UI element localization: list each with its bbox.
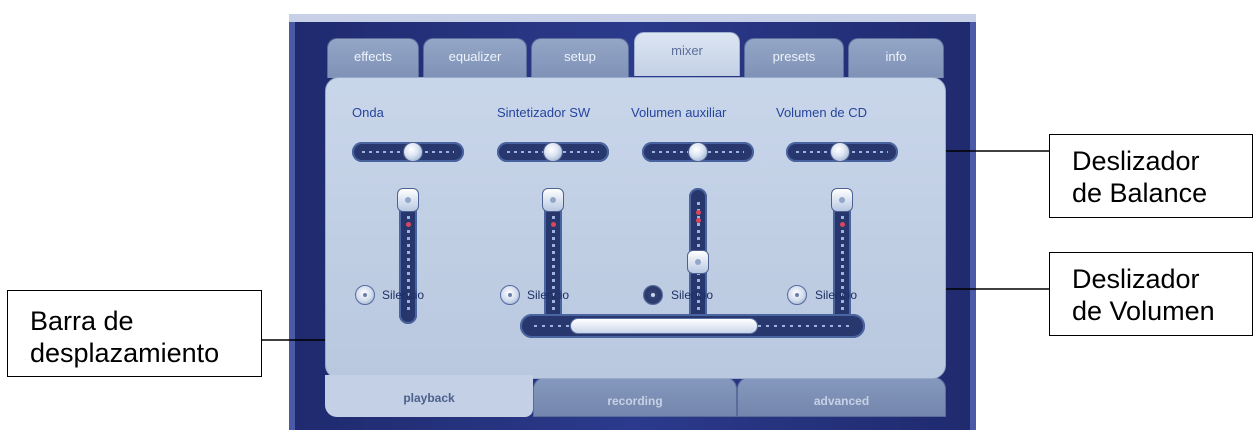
channel-label-volumen-auxiliar: Volumen auxiliar	[631, 105, 727, 120]
volume-knob[interactable]	[687, 250, 709, 274]
balance-knob[interactable]	[543, 142, 563, 162]
mute-label-volumen-auxiliar: Silencio	[671, 288, 714, 302]
mixer-window: effects equalizer setup mixer presets in…	[289, 14, 976, 430]
channel-label-sintetizador-sw: Sintetizador SW	[497, 105, 591, 120]
mute-label-volumen-de-cd: Silencio	[815, 288, 858, 302]
mute-button-volumen-auxiliar[interactable]	[643, 285, 663, 305]
scroll-bar[interactable]	[520, 314, 865, 338]
volume-peak-marker	[696, 210, 701, 215]
volume-peak-marker	[696, 218, 701, 223]
tab-playback[interactable]: playback	[325, 375, 533, 417]
balance-knob[interactable]	[830, 142, 850, 162]
balance-knob[interactable]	[403, 142, 423, 162]
volume-slider-volumen-auxiliar[interactable]	[687, 188, 709, 324]
mute-button-sintetizador-sw[interactable]	[500, 285, 520, 305]
balance-knob[interactable]	[688, 142, 708, 162]
mute-label-sintetizador-sw: Silencio	[527, 288, 570, 302]
balance-slider-volumen-de-cd[interactable]	[786, 142, 898, 162]
volume-slider-volumen-de-cd[interactable]	[831, 188, 853, 324]
scroll-thumb[interactable]	[570, 318, 758, 334]
balance-slider-volumen-auxiliar[interactable]	[642, 142, 754, 162]
volume-knob[interactable]	[831, 188, 853, 212]
volume-peak-marker	[406, 222, 411, 227]
mixer-panel: Onda Silencio Sintetizador SW Silencio V…	[325, 77, 946, 379]
volume-knob[interactable]	[542, 188, 564, 212]
mute-button-volumen-de-cd[interactable]	[787, 285, 807, 305]
mute-button-onda[interactable]	[355, 285, 375, 305]
volume-slider-onda[interactable]	[397, 188, 419, 324]
channel-label-onda: Onda	[352, 105, 384, 120]
tab-mixer[interactable]: mixer	[634, 32, 740, 76]
volume-peak-marker	[551, 222, 556, 227]
volume-slider-sintetizador-sw[interactable]	[542, 188, 564, 324]
channel-label-volumen-de-cd: Volumen de CD	[776, 105, 868, 120]
volume-knob[interactable]	[397, 188, 419, 212]
volume-peak-marker	[840, 222, 845, 227]
balance-slider-sintetizador-sw[interactable]	[497, 142, 609, 162]
mute-label-onda: Silencio	[382, 288, 425, 302]
balance-slider-onda[interactable]	[352, 142, 464, 162]
